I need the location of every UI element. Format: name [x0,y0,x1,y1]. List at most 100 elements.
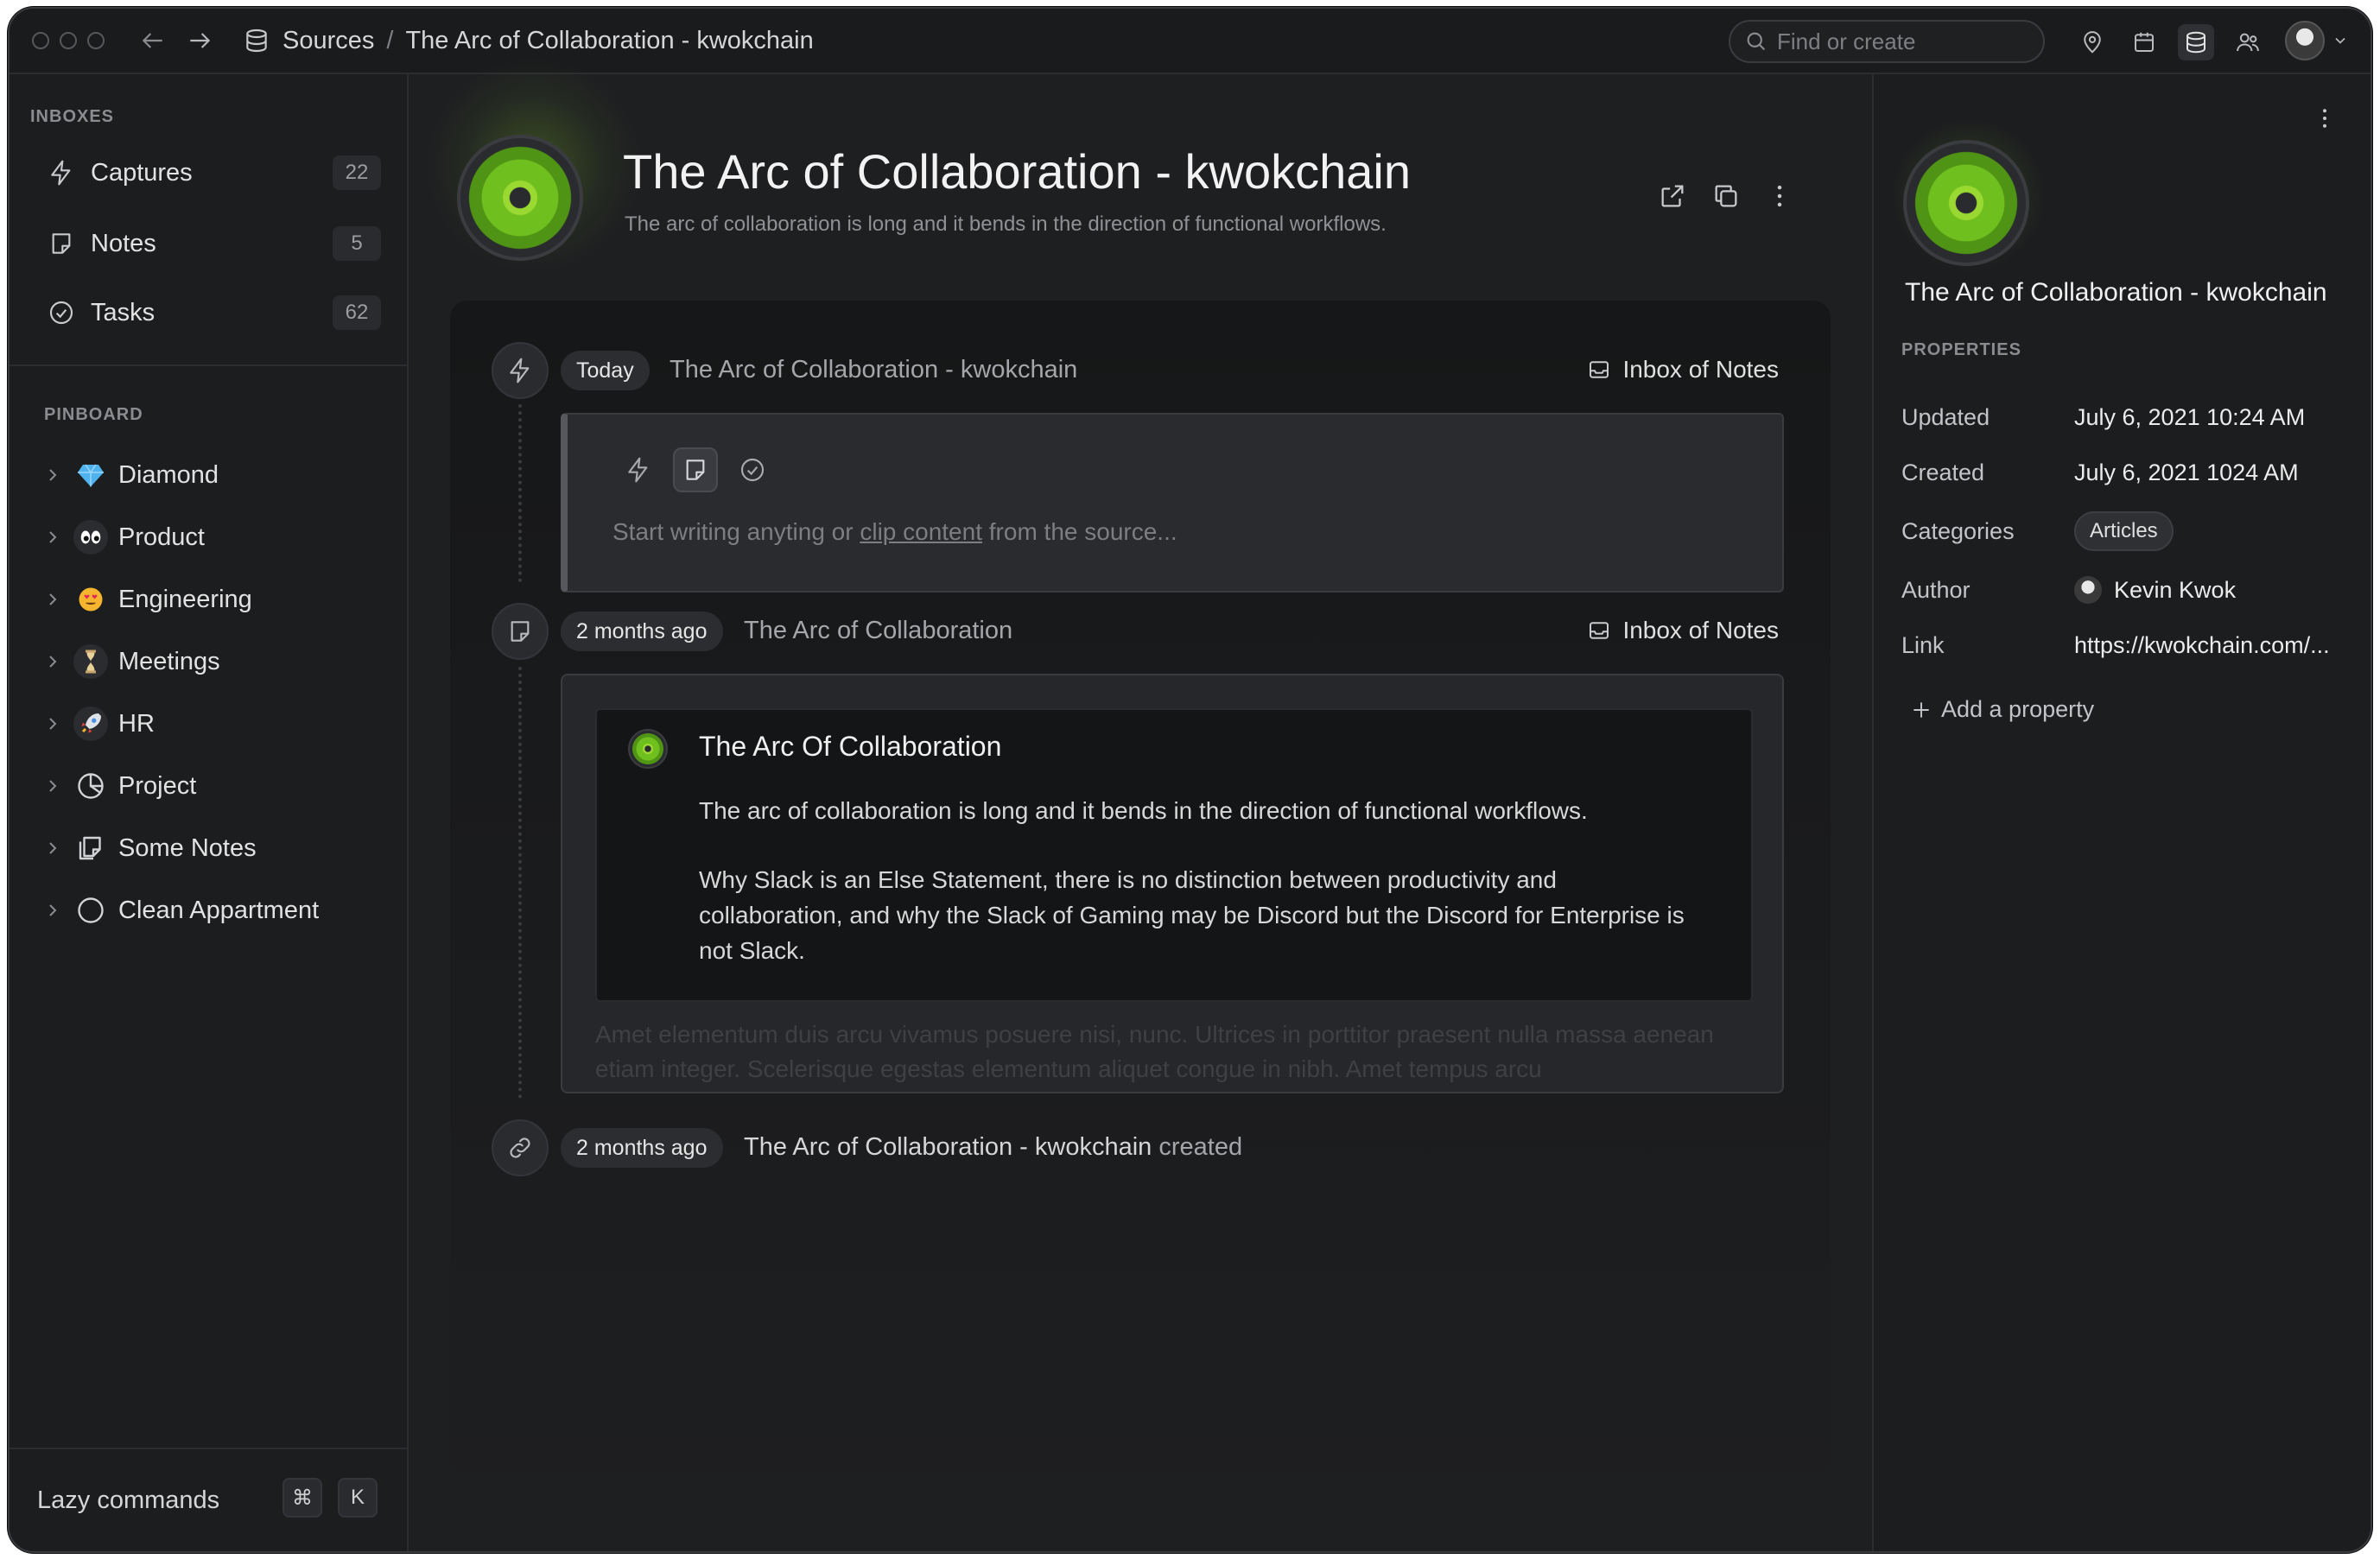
chevron-right-icon[interactable] [42,900,63,921]
source-favicon [628,729,668,769]
more-vertical-icon[interactable] [1765,181,1794,211]
property-updated: Updated July 6, 2021 10:24 AM [1901,396,2368,439]
sidebar-item-captures[interactable]: Captures 22 [29,147,388,199]
note-editor[interactable]: Start writing anyting or clip content fr… [561,413,1784,593]
search-box[interactable] [1729,20,2045,63]
chevron-right-icon[interactable] [42,713,63,734]
property-key: Categories [1901,517,2015,544]
inbox-tag-label: Inbox of Notes [1622,617,1779,643]
search-input[interactable] [1777,28,2028,55]
pinboard-item-project[interactable]: Project [42,760,196,812]
count-badge: 62 [333,295,381,330]
inbox-tag-label: Inbox of Notes [1622,356,1779,383]
eyes-icon [73,520,108,555]
author-avatar [2074,576,2102,604]
inbox-tag[interactable]: Inbox of Notes [1586,356,1779,383]
k-key-hint: K [338,1478,378,1518]
category-tag[interactable]: Articles [2074,511,2174,551]
close-window-button[interactable] [32,32,49,49]
rocket-icon [73,707,108,741]
pinboard-item-clean-appartment[interactable]: Clean Appartment [42,884,319,936]
inbox-icon [1590,361,1609,378]
note-icon [511,621,530,642]
property-link: Link https://kwokchain.com/... [1901,624,2368,667]
created-suffix: created [1152,1133,1243,1161]
check-circle-icon [740,458,765,482]
sidebar-footer: Lazy commands ⌘ K [10,1448,407,1551]
pinboard-item-product[interactable]: Product [42,511,205,563]
pinboard-item-label: Project [118,771,197,800]
source-clip-card[interactable]: The Arc Of Collaboration The arc of coll… [561,674,1784,1093]
location-pin-icon [2084,31,2101,54]
maximize-window-button[interactable] [87,32,105,49]
chevron-right-icon[interactable] [42,527,63,548]
properties-panel: The Arc of Collaboration - kwokchain PRO… [1872,74,2370,1551]
calendar-button[interactable] [2126,24,2162,60]
activity-feed: Today The Arc of Collaboration - kwokcha… [450,301,1831,1536]
search-icon [1747,32,1766,51]
location-button[interactable] [2074,24,2110,60]
pinboard-item-some-notes[interactable]: Some Notes [42,822,257,874]
task-type-button[interactable] [730,447,775,492]
link-icon [510,1138,530,1158]
lazy-commands-button[interactable]: Lazy commands [37,1486,219,1515]
chevron-down-icon [2335,37,2345,44]
source-cover-image[interactable] [457,135,583,261]
add-property-button[interactable]: Add a property [1910,696,2094,723]
chevron-right-icon[interactable] [42,465,63,485]
clipped-content: The Arc Of Collaboration The arc of coll… [595,708,1753,1002]
sidebar-item-notes[interactable]: Notes 5 [29,218,388,269]
source-link[interactable]: https://kwokchain.com/... [2074,632,2330,659]
note-type-button[interactable] [673,447,718,492]
bolt-icon [51,160,71,186]
copy-icon[interactable] [1711,181,1741,211]
created-source-title[interactable]: The Arc of Collaboration - kwokchain [744,1133,1152,1161]
editor-placeholder[interactable]: Start writing anyting or clip content fr… [612,518,1177,546]
cmd-key-hint: ⌘ [282,1478,322,1518]
back-arrow-icon[interactable] [139,27,167,54]
breadcrumb-root[interactable]: Sources [282,27,374,55]
page-title[interactable]: The Arc of Collaboration - kwokchain [623,143,1411,200]
pinboard-item-engineering[interactable]: Engineering [42,574,252,625]
faded-preview-text: Amet elementum duis arcu vivamus posuere… [595,1021,1714,1082]
pinboard-item-meetings[interactable]: Meetings [42,636,220,688]
inbox-tag[interactable]: Inbox of Notes [1586,617,1779,644]
sources-button[interactable] [2178,24,2214,60]
minimize-window-button[interactable] [60,32,77,49]
sidebar-item-tasks[interactable]: Tasks 62 [29,287,388,339]
capture-type-button[interactable] [616,447,661,492]
history-nav [139,27,213,54]
chevron-right-icon[interactable] [42,651,63,672]
breadcrumb-current: The Arc of Collaboration - kwokchain [405,26,814,54]
property-value[interactable]: Kevin Kwok [2074,576,2236,604]
note-icon [686,459,705,480]
pinboard-item-diamond[interactable]: Diamond [42,449,219,501]
calendar-icon [2135,32,2154,52]
app-window: Sources / The Arc of Collaboration - kwo… [8,7,2372,1553]
pinboard-item-hr[interactable]: HR [42,698,155,750]
property-value: July 6, 2021 10:24 AM [2074,403,2306,430]
timestamp-chip: 2 months ago [561,1128,723,1168]
forward-arrow-icon[interactable] [186,27,213,54]
feed-item-title[interactable]: The Arc of Collaboration - kwokchain [670,356,1077,384]
people-button[interactable] [2230,24,2266,60]
feed-item-title[interactable]: The Arc of Collaboration [744,617,1012,645]
clip-title: The Arc Of Collaboration [699,731,1002,762]
header-actions [1658,181,1794,211]
open-external-icon[interactable] [1658,181,1687,211]
chevron-right-icon[interactable] [42,838,63,859]
pie-icon [73,769,108,803]
page-subtitle: The arc of collaboration is long and it … [625,212,1387,236]
chevron-right-icon[interactable] [42,776,63,796]
panel-more-button[interactable] [2312,105,2338,136]
chevron-right-icon[interactable] [42,589,63,610]
account-menu[interactable] [2285,21,2349,60]
pinboard-item-label: Product [118,523,205,551]
property-key: Updated [1901,403,1990,430]
heart-eyes-icon [73,582,108,617]
count-badge: 22 [333,155,381,190]
clip-content-link[interactable]: clip content [860,518,982,545]
panel-cover-image[interactable] [1903,140,2029,266]
bolt-icon [510,358,530,383]
sidebar-divider [10,364,407,366]
